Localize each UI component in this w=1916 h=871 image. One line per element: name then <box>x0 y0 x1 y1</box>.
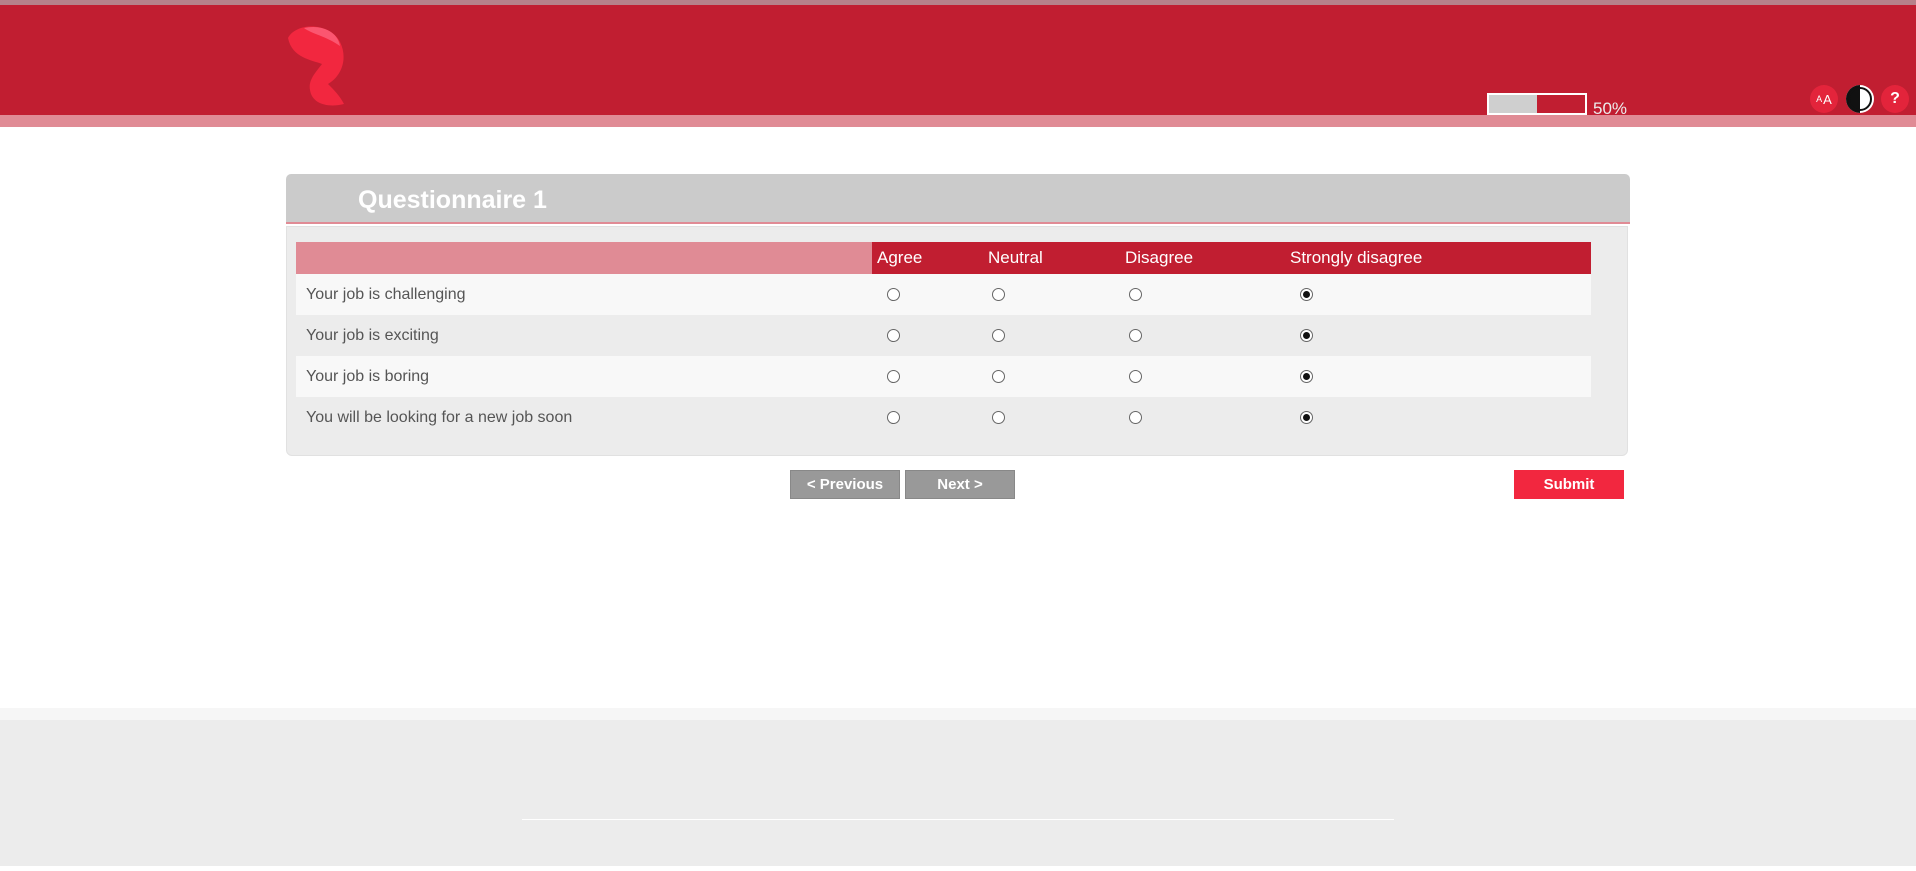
radio-strongly-disagree[interactable] <box>1300 410 1313 424</box>
question-column-header <box>296 242 872 274</box>
brand-logo-icon <box>288 26 344 106</box>
page-title: Questionnaire 1 <box>358 186 547 214</box>
progress-label: 50% <box>1593 99 1628 118</box>
table-row: Your job is exciting <box>296 315 1591 356</box>
radio-agree[interactable] <box>887 369 900 383</box>
footer-divider <box>522 819 1394 820</box>
answer-cell <box>988 315 1125 356</box>
radio-neutral[interactable] <box>992 369 1005 383</box>
font-size-icon[interactable]: AA <box>1810 85 1838 113</box>
table-header-row: Agree Neutral Disagree Strongly disagree <box>296 242 1591 274</box>
previous-button[interactable]: < Previous <box>790 470 900 499</box>
answer-cell <box>1290 356 1591 397</box>
column-header-strongly-disagree: Strongly disagree <box>1290 242 1591 274</box>
column-header-agree: Agree <box>872 242 988 274</box>
font-size-large-letter: A <box>1823 91 1832 107</box>
submit-button[interactable]: Submit <box>1514 470 1624 499</box>
answer-cell <box>872 274 988 315</box>
answer-cell <box>872 397 988 438</box>
answer-cell <box>988 356 1125 397</box>
column-header-neutral: Neutral <box>988 242 1125 274</box>
question-label: Your job is boring <box>296 356 872 397</box>
likert-table: Agree Neutral Disagree Strongly disagree… <box>296 242 1591 438</box>
footer <box>0 720 1916 866</box>
radio-agree[interactable] <box>887 287 900 301</box>
answer-cell <box>1290 274 1591 315</box>
question-label: Your job is challenging <box>296 274 872 315</box>
radio-disagree[interactable] <box>1129 369 1142 383</box>
font-size-small-letter: A <box>1816 94 1823 104</box>
radio-disagree[interactable] <box>1129 410 1142 424</box>
answer-cell <box>872 356 988 397</box>
next-button[interactable]: Next > <box>905 470 1015 499</box>
radio-neutral[interactable] <box>992 328 1005 342</box>
footer-gap <box>0 708 1916 720</box>
question-label: Your job is exciting <box>296 315 872 356</box>
answer-cell <box>1125 356 1290 397</box>
radio-strongly-disagree[interactable] <box>1300 369 1313 383</box>
question-label: You will be looking for a new job soon <box>296 397 872 438</box>
radio-strongly-disagree[interactable] <box>1300 287 1313 301</box>
contrast-icon[interactable] <box>1846 85 1874 113</box>
table-row: Your job is boring <box>296 356 1591 397</box>
answer-cell <box>1290 397 1591 438</box>
help-label: ? <box>1890 90 1900 107</box>
radio-disagree[interactable] <box>1129 328 1142 342</box>
radio-neutral[interactable] <box>992 287 1005 301</box>
help-icon[interactable]: ? <box>1881 85 1909 113</box>
column-header-disagree: Disagree <box>1125 242 1290 274</box>
answer-cell <box>1290 315 1591 356</box>
answer-cell <box>872 315 988 356</box>
radio-strongly-disagree[interactable] <box>1300 328 1313 342</box>
progress-fill <box>1489 95 1537 113</box>
radio-neutral[interactable] <box>992 410 1005 424</box>
radio-agree[interactable] <box>887 410 900 424</box>
answer-cell <box>1125 315 1290 356</box>
progress-bar <box>1487 93 1587 115</box>
radio-disagree[interactable] <box>1129 287 1142 301</box>
answer-cell <box>1125 274 1290 315</box>
table-row: Your job is challenging <box>296 274 1591 315</box>
radio-agree[interactable] <box>887 328 900 342</box>
answer-cell <box>1125 397 1290 438</box>
questionnaire-header: Questionnaire 1 <box>286 174 1630 224</box>
answer-cell <box>988 397 1125 438</box>
table-row: You will be looking for a new job soon <box>296 397 1591 438</box>
header-subbar <box>0 115 1916 127</box>
contrast-ring <box>1848 87 1872 111</box>
page: 50% AA ? Questionnaire 1 Agree Neutral D… <box>0 0 1916 871</box>
answer-cell <box>988 274 1125 315</box>
